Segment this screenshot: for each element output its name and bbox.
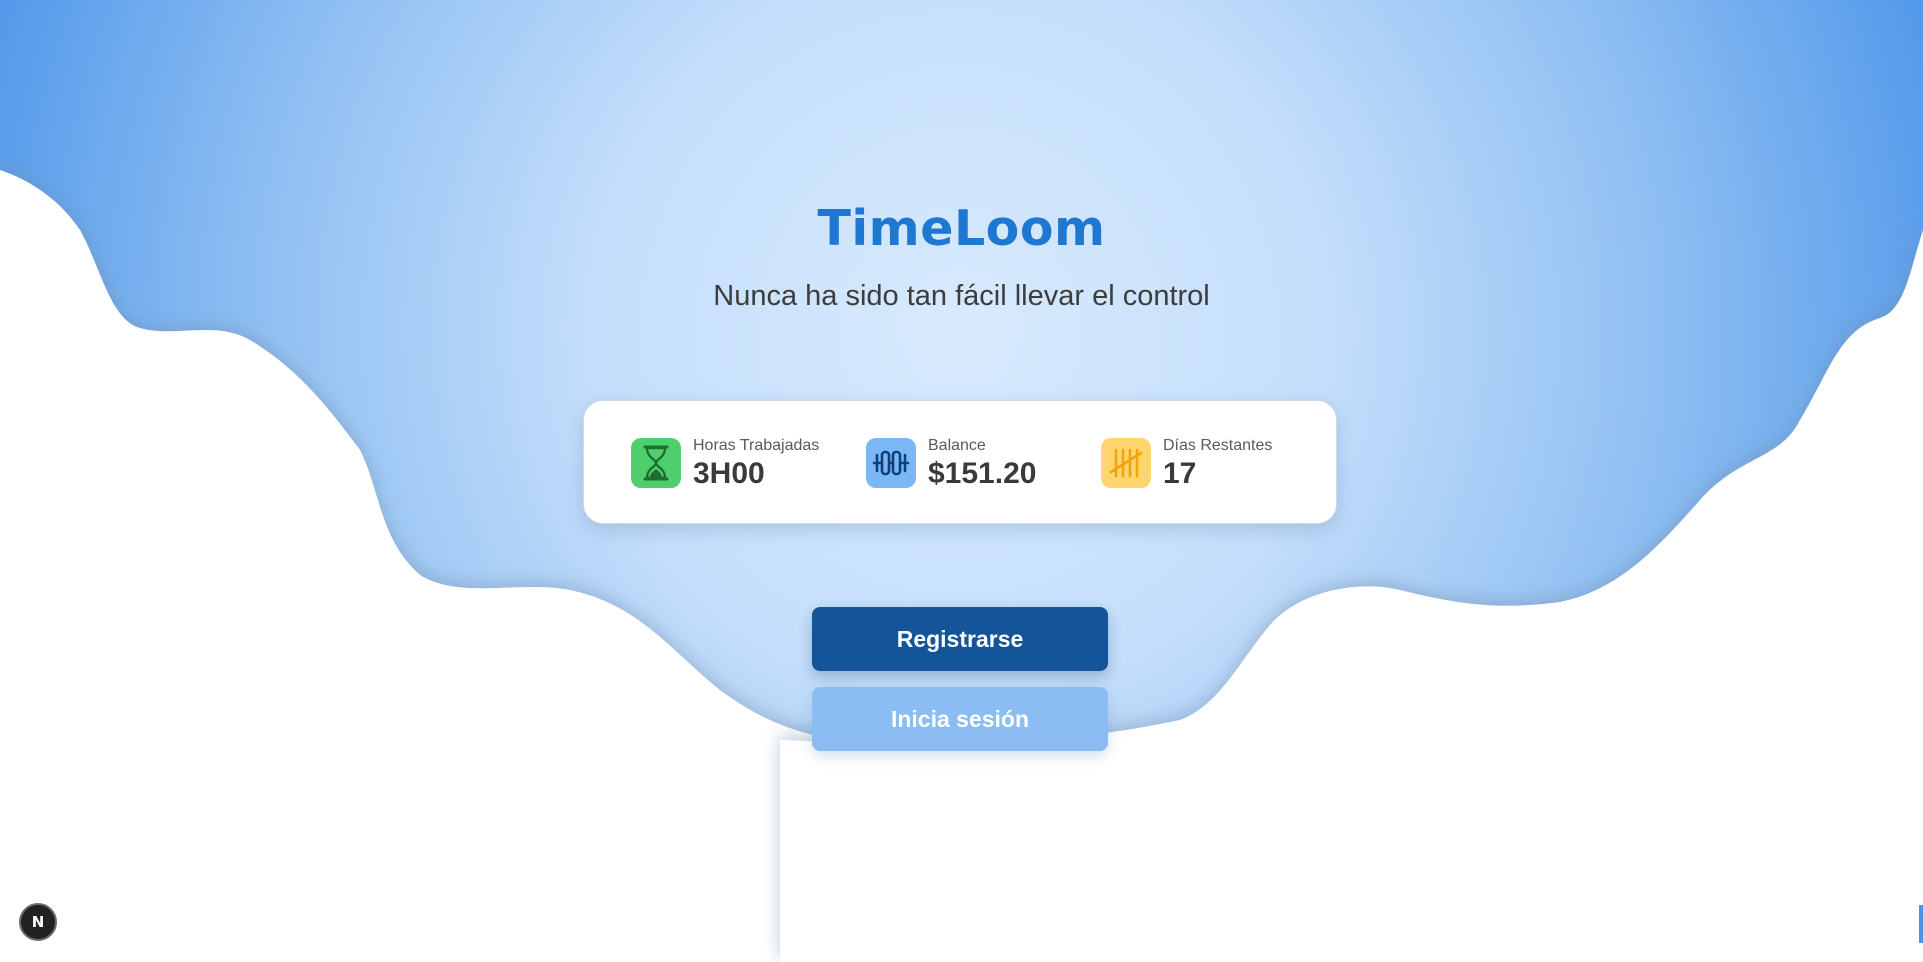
stats-card: Horas Trabajadas 3H00 Balance $151.20 Dí…	[583, 400, 1337, 524]
edge-indicator	[1919, 905, 1923, 943]
tagline: Nunca ha sido tan fácil llevar el contro…	[713, 280, 1210, 312]
hourglass-icon	[631, 438, 681, 488]
stat-value: 3H00	[693, 457, 765, 490]
login-button[interactable]: Inicia sesión	[812, 687, 1108, 751]
hero-section: TimeLoom Nunca ha sido tan fácil llevar …	[0, 0, 1923, 962]
register-button[interactable]: Registrarse	[812, 607, 1108, 671]
stat-label: Días Restantes	[1163, 437, 1273, 454]
nextjs-icon[interactable]: N	[19, 903, 57, 941]
tally-icon	[1101, 438, 1151, 488]
stat-value: 17	[1163, 457, 1197, 490]
balance-icon	[866, 438, 916, 488]
stat-label: Balance	[928, 437, 986, 454]
stat-value: $151.20	[928, 457, 1037, 490]
stat-label: Horas Trabajadas	[693, 437, 820, 454]
app-title: TimeLoom	[817, 200, 1106, 257]
landing-page: TimeLoom Nunca ha sido tan fácil llevar …	[0, 0, 1923, 962]
